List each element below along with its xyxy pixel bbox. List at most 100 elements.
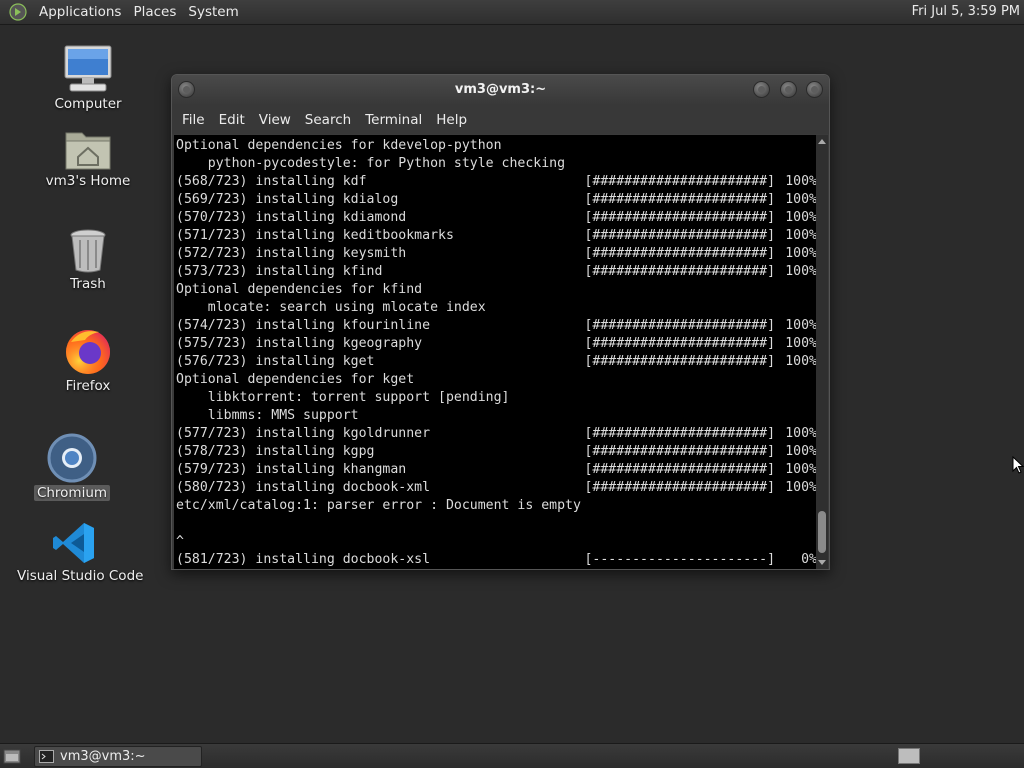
applications-menu[interactable]: Applications	[33, 4, 127, 20]
terminal-line: python-pycodestyle: for Python style che…	[176, 155, 817, 173]
progress-percent: 100%	[785, 246, 817, 261]
desktop-icon-home[interactable]: vm3's Home	[28, 127, 148, 189]
output-text: Optional dependencies for kdevelop-pytho…	[176, 138, 502, 153]
desktop-icon-label: vm3's Home	[45, 173, 131, 189]
progress-bar-text: [######################]	[584, 318, 776, 333]
desktop-icon-trash[interactable]: Trash	[28, 228, 148, 292]
terminal-line: etc/xml/catalog:1: parser error : Docume…	[176, 497, 817, 515]
vscode-icon	[53, 523, 94, 563]
progress-percent: 100%	[785, 228, 817, 243]
terminal-line: Optional dependencies for kfind	[176, 281, 817, 299]
terminal-line: (579/723) installing khangman [##########…	[176, 461, 817, 479]
bottom-panel: vm3@vm3:~	[0, 743, 1024, 768]
progress-bar-text: [######################]	[584, 228, 776, 243]
clock[interactable]: Fri Jul 5, 3:59 PM	[912, 4, 1020, 19]
menu-help[interactable]: Help	[429, 112, 474, 128]
progress-percent: 100%	[785, 480, 817, 495]
progress-percent: 100%	[785, 426, 817, 441]
terminal-line: Optional dependencies for kget	[176, 371, 817, 389]
progress-bar-text: [######################]	[584, 336, 776, 351]
progress-bar-text: [----------------------]	[584, 552, 776, 567]
terminal-scrollbar[interactable]	[816, 135, 828, 569]
progress-percent: 100%	[785, 444, 817, 459]
progress-bar-text: [######################]	[584, 246, 776, 261]
progress-bar-text: [######################]	[584, 480, 776, 495]
desktop-icon-vscode[interactable]: Visual Studio Code	[14, 520, 143, 584]
progress-percent: 100%	[785, 192, 817, 207]
progress-percent: 100%	[785, 264, 817, 279]
terminal-output[interactable]: Optional dependencies for kdevelop-pytho…	[174, 135, 817, 569]
terminal-line: (572/723) installing keysmith [##########…	[176, 245, 817, 263]
install-step: (578/723) installing kgpg	[176, 444, 375, 459]
mouse-cursor-icon	[1012, 456, 1024, 474]
install-step: (570/723) installing kdiamond	[176, 210, 407, 225]
computer-icon	[64, 45, 112, 92]
output-text: libktorrent: torrent support [pending]	[176, 390, 510, 405]
minimize-button[interactable]	[753, 81, 770, 98]
output-text: mlocate: search using mlocate index	[176, 300, 486, 315]
output-text: etc/xml/catalog:1: parser error : Docume…	[176, 498, 581, 513]
desktop-icon-label: Visual Studio Code	[17, 568, 144, 584]
menu-view[interactable]: View	[252, 112, 298, 128]
terminal-line: (569/723) installing kdialog [###########…	[176, 191, 817, 209]
chromium-icon	[47, 433, 97, 483]
progress-percent: 100%	[785, 318, 817, 333]
progress-bar-text: [######################]	[584, 210, 776, 225]
scrollbar-thumb[interactable]	[818, 511, 826, 553]
scroll-up-arrow-icon[interactable]	[818, 139, 826, 144]
menu-terminal[interactable]: Terminal	[358, 112, 429, 128]
install-step: (573/723) installing kfind	[176, 264, 383, 279]
terminal-line: (578/723) installing kgpg [##############…	[176, 443, 817, 461]
progress-percent: 100%	[785, 210, 817, 225]
maximize-button[interactable]	[780, 81, 797, 98]
terminal-line: (570/723) installing kdiamond [##########…	[176, 209, 817, 227]
progress-percent: 100%	[785, 336, 817, 351]
menu-search[interactable]: Search	[298, 112, 358, 128]
terminal-line: (581/723) installing docbook-xsl [-------…	[176, 551, 817, 569]
desktop-icon-label: Chromium	[33, 485, 111, 501]
close-button[interactable]	[806, 81, 823, 98]
desktop-icon-label: Computer	[54, 96, 122, 112]
terminal-line: mlocate: search using mlocate index	[176, 299, 817, 317]
desktop-icon-chromium[interactable]: Chromium	[12, 433, 132, 501]
mate-logo-icon[interactable]	[9, 3, 27, 21]
menu-file[interactable]: File	[175, 112, 212, 128]
output-text: Optional dependencies for kfind	[176, 282, 423, 297]
terminal-line: (577/723) installing kgoldrunner [#######…	[176, 425, 817, 443]
install-step: (572/723) installing keysmith	[176, 246, 407, 261]
terminal-line: (576/723) installing kget [##############…	[176, 353, 817, 371]
terminal-titlebar[interactable]: vm3@vm3:~	[172, 75, 829, 105]
progress-bar-text: [######################]	[584, 426, 776, 441]
desktop-icon-label: Trash	[70, 276, 106, 292]
workspace-switcher[interactable]	[898, 748, 920, 764]
progress-percent: 100%	[785, 354, 817, 369]
scroll-down-arrow-icon[interactable]	[818, 560, 826, 565]
progress-bar-text: [######################]	[584, 174, 776, 189]
taskbar-terminal-button[interactable]: vm3@vm3:~	[34, 746, 202, 767]
progress-bar-text: [######################]	[584, 354, 776, 369]
show-desktop-icon[interactable]	[3, 749, 21, 764]
trash-icon	[70, 229, 106, 273]
desktop-icon-label: Firefox	[65, 378, 111, 394]
desktop-icon-computer[interactable]: Computer	[28, 44, 148, 112]
install-step: (576/723) installing kget	[176, 354, 375, 369]
progress-percent: 100%	[785, 174, 817, 189]
menu-edit[interactable]: Edit	[212, 112, 252, 128]
terminal-line: (574/723) installing kfourinline [#######…	[176, 317, 817, 335]
home-folder-icon	[65, 132, 111, 170]
desktop-icon-firefox[interactable]: Firefox	[28, 326, 148, 394]
terminal-lines: Optional dependencies for kdevelop-pytho…	[174, 135, 817, 569]
install-step: (574/723) installing kfourinline	[176, 318, 431, 333]
progress-percent: 100%	[785, 462, 817, 477]
terminal-window[interactable]: vm3@vm3:~ File Edit View Search Terminal…	[171, 74, 830, 570]
progress-percent: 0%	[801, 552, 817, 567]
output-text: Optional dependencies for kget	[176, 372, 415, 387]
places-menu[interactable]: Places	[127, 4, 182, 20]
progress-bar-text: [######################]	[584, 264, 776, 279]
taskbar-terminal-label: vm3@vm3:~	[60, 749, 146, 764]
install-step: (571/723) installing keditbookmarks	[176, 228, 454, 243]
terminal-icon	[39, 750, 54, 763]
terminal-line: (580/723) installing docbook-xml [#######…	[176, 479, 817, 497]
terminal-line: ^	[176, 533, 817, 551]
system-menu[interactable]: System	[182, 4, 244, 20]
